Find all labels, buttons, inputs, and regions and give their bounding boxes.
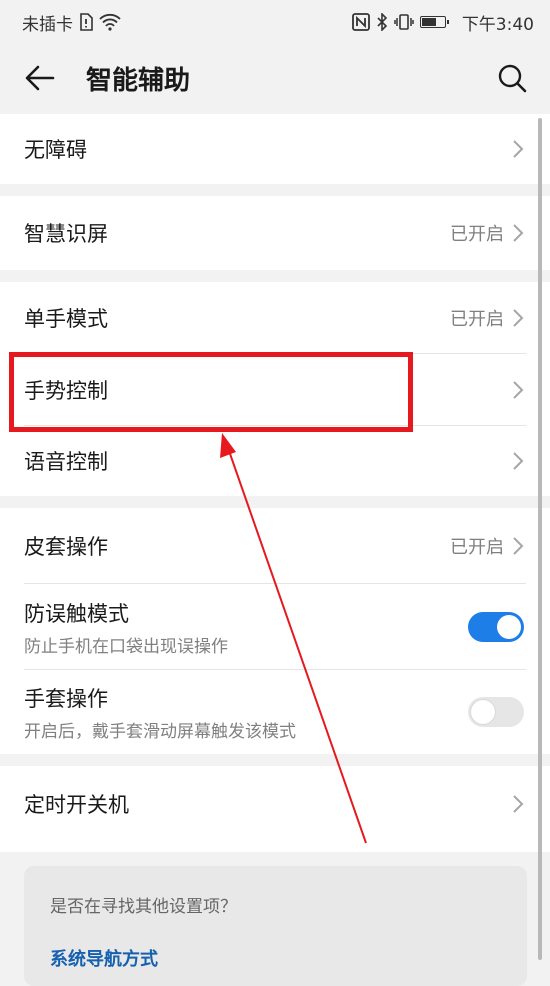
no-sim-icon [80,13,93,31]
chevron-right-icon [513,537,524,555]
group-modes: 皮套操作 已开启 防误触模式 防止手机在口袋出现误操作 手套操作 开启后，戴手套… [0,508,550,754]
row-accessibility[interactable]: 无障碍 [0,114,550,184]
chevron-right-icon [513,224,524,242]
toggle-knob [497,615,521,639]
row-timer[interactable]: 定时开关机 [0,766,550,842]
vibrate-icon [394,14,414,30]
chevron-right-icon [513,452,524,470]
row-label: 手套操作 [24,686,108,711]
chevron-right-icon [513,140,524,158]
pocket-mode-toggle[interactable] [468,612,524,642]
battery-icon [419,16,449,28]
carrier-text: 未插卡 [22,14,73,35]
row-glove-mode: 手套操作 开启后，戴手套滑动屏幕触发该模式 [0,670,550,754]
search-icon[interactable] [496,62,528,94]
row-subtitle: 防止手机在口袋出现误操作 [24,636,228,657]
scrollbar[interactable] [538,118,542,960]
row-one-hand[interactable]: 单手模式 已开启 [0,282,550,354]
chevron-right-icon [513,381,524,399]
row-label: 语音控制 [24,450,108,474]
back-arrow-icon[interactable] [22,60,58,96]
row-label: 智慧识屏 [24,222,108,246]
clock-time: 下午3:40 [461,14,534,35]
row-voice[interactable]: 语音控制 [0,426,550,496]
suggestion-link-navigation[interactable]: 系统导航方式 [50,945,501,971]
status-text: 已开启 [450,537,504,558]
row-label: 防误触模式 [24,601,129,626]
row-label: 定时开关机 [24,793,129,817]
status-text: 已开启 [450,309,504,330]
row-smart-screen[interactable]: 智慧识屏 已开启 [0,196,550,270]
row-label: 手势控制 [24,379,108,403]
nfc-icon [351,13,370,31]
row-subtitle: 开启后，戴手套滑动屏幕触发该模式 [24,721,296,742]
group-controls: 单手模式 已开启 手势控制 语音控制 [0,282,550,496]
row-gesture[interactable]: 手势控制 [0,354,550,426]
page-title: 智能辅助 [86,65,191,96]
glove-mode-toggle[interactable] [468,697,524,727]
group-smart-screen: 智慧识屏 已开启 [0,196,550,270]
row-label: 单手模式 [24,307,108,331]
chevron-right-icon [513,795,524,813]
suggestion-card: 是否在寻找其他设置项？ 系统导航方式 [24,866,527,986]
status-bar: 未插卡 下午3:40 [0,0,550,44]
wifi-icon [99,13,121,31]
bluetooth-icon [377,13,387,31]
row-label: 无障碍 [24,138,87,162]
group-accessibility: 无障碍 [0,114,550,184]
toggle-knob [471,700,495,724]
chevron-right-icon [513,309,524,327]
status-text: 已开启 [450,224,504,245]
row-cover[interactable]: 皮套操作 已开启 [0,508,550,584]
row-pocket-mode: 防误触模式 防止手机在口袋出现误操作 [0,584,550,670]
title-bar: 智能辅助 [0,44,550,112]
row-label: 皮套操作 [24,535,108,559]
group-timer: 定时开关机 [0,766,550,852]
suggestion-question: 是否在寻找其他设置项？ [50,897,237,917]
